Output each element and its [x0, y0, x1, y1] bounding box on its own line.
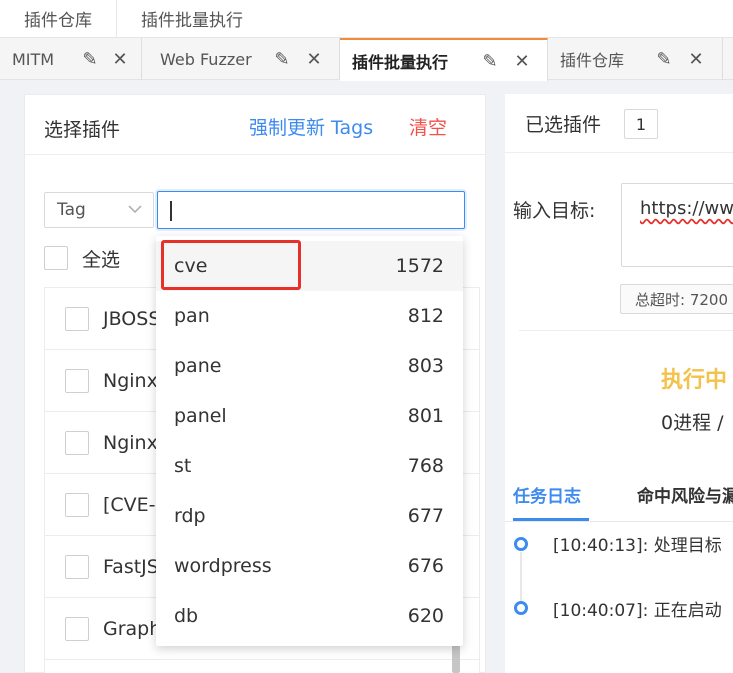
plugin-checkbox[interactable] — [65, 306, 89, 331]
panel-header: 选择插件 强制更新 Tags 清空 — [25, 95, 485, 155]
plugin-name: Graph — [103, 617, 162, 640]
tag-option[interactable]: st 768 — [156, 441, 463, 491]
edit-icon[interactable]: ✎ — [480, 51, 500, 72]
plugin-checkbox[interactable] — [65, 368, 89, 393]
edit-icon[interactable]: ✎ — [654, 49, 674, 70]
log-entry: [10:40:07]: 正在启动 — [553, 601, 722, 621]
force-update-tags-link[interactable]: 强制更新 Tags — [249, 113, 373, 140]
close-icon[interactable]: ✕ — [686, 49, 706, 70]
tag-option[interactable]: pan 812 — [156, 291, 463, 341]
plugin-name: Nginx — [103, 431, 158, 454]
filter-type-select[interactable]: Tag — [44, 192, 154, 228]
close-icon[interactable]: ✕ — [304, 49, 324, 70]
tag-name: wordpress — [174, 555, 272, 577]
target-label: 输入目标: — [513, 200, 596, 222]
plugin-checkbox[interactable] — [65, 554, 89, 579]
tab-divider — [505, 521, 733, 522]
tab-label: 插件仓库 — [560, 51, 625, 70]
tab-plugin-store[interactable]: 插件仓库 ✎ ✕ — [548, 38, 723, 80]
annotation-highlight-box — [161, 240, 301, 290]
timeline-dot-icon — [514, 601, 528, 615]
tag-dropdown: cve 1572 pan 812 pane 803 panel 801 st 768 rd… — [156, 236, 463, 646]
tag-count: 812 — [407, 305, 444, 327]
tag-name: st — [174, 455, 192, 477]
panel-title: 选择插件 — [44, 119, 121, 141]
log-entry: [10:40:13]: 处理目标 — [553, 536, 722, 556]
plugin-name: JBOSS — [103, 307, 161, 330]
target-input[interactable]: https://ww — [621, 183, 733, 267]
select-all-label: 全选 — [82, 248, 121, 271]
timeout-field[interactable]: 总超时: 7200 — [620, 284, 733, 314]
select-all-checkbox[interactable] — [44, 246, 68, 270]
target-value: https://ww — [640, 198, 733, 219]
tag-count: 803 — [407, 355, 444, 377]
plugin-checkbox[interactable] — [65, 616, 89, 641]
divider — [519, 330, 733, 331]
tag-count: 677 — [407, 505, 444, 527]
tag-count: 768 — [407, 455, 444, 477]
list-item[interactable] — [44, 659, 480, 673]
tag-name: panel — [174, 405, 227, 427]
close-icon[interactable]: ✕ — [512, 51, 532, 72]
divider — [505, 152, 733, 153]
top-bar: 插件仓库 插件批量执行 — [0, 0, 733, 38]
tag-count: 1572 — [395, 255, 444, 277]
tab-label: 插件批量执行 — [352, 52, 449, 72]
tag-option[interactable]: db 620 — [156, 591, 463, 641]
timeline-line — [520, 552, 522, 608]
progress-text: 0进程 / — [661, 412, 724, 434]
tag-count: 801 — [407, 405, 444, 427]
tag-name: pan — [174, 305, 210, 327]
tag-name: pane — [174, 355, 222, 377]
tab-task-log[interactable]: 任务日志 — [513, 482, 581, 507]
selected-plugins-label: 已选插件 — [525, 114, 602, 136]
select-value: Tag — [57, 200, 86, 220]
running-status: 执行中 — [661, 368, 728, 393]
plugin-checkbox[interactable] — [65, 492, 89, 517]
tab-batch-exec[interactable]: 插件批量执行 ✎ ✕ — [340, 38, 548, 81]
tag-count: 620 — [407, 605, 444, 627]
tab-web-fuzzer[interactable]: Web Fuzzer ✎ ✕ — [142, 38, 340, 80]
execution-panel: 已选插件 1 输入目标: https://ww 总超时: 7200 执行中 0进… — [505, 94, 733, 673]
clear-link[interactable]: 清空 — [409, 113, 447, 140]
tab-hit-risks[interactable]: 命中风险与漏 — [637, 482, 733, 507]
tag-name: rdp — [174, 505, 206, 527]
tag-count: 676 — [407, 555, 444, 577]
plugin-name: FastJS — [103, 555, 159, 578]
text-caret — [170, 201, 172, 221]
chevron-down-icon — [128, 205, 142, 214]
tag-name: db — [174, 605, 199, 627]
plugin-name: Nginx — [103, 369, 158, 392]
tab-strip: MITM ✎ ✕ Web Fuzzer ✎ ✕ 插件批量执行 ✎ ✕ 插件仓库 … — [0, 38, 733, 81]
tag-search-input[interactable] — [157, 191, 465, 229]
tag-option[interactable]: panel 801 — [156, 391, 463, 441]
close-icon[interactable]: ✕ — [110, 49, 130, 70]
select-all[interactable]: 全选 — [44, 245, 120, 271]
selected-count-badge[interactable]: 1 — [624, 109, 658, 139]
edit-icon[interactable]: ✎ — [80, 49, 100, 70]
tag-option[interactable]: pane 803 — [156, 341, 463, 391]
top-tab-batch-exec[interactable]: 插件批量执行 — [117, 0, 267, 37]
tab-label: Web Fuzzer — [160, 49, 252, 69]
edit-icon[interactable]: ✎ — [272, 49, 292, 70]
plugin-checkbox[interactable] — [65, 430, 89, 455]
timeline-dot-icon — [514, 537, 528, 551]
plugin-name: [CVE- — [103, 493, 156, 516]
top-tab-plugin-store[interactable]: 插件仓库 — [0, 0, 117, 37]
tab-label: MITM — [12, 49, 55, 69]
tab-mitm[interactable]: MITM ✎ ✕ — [0, 38, 142, 80]
tag-option[interactable]: rdp 677 — [156, 491, 463, 541]
tag-option[interactable]: wordpress 676 — [156, 541, 463, 591]
